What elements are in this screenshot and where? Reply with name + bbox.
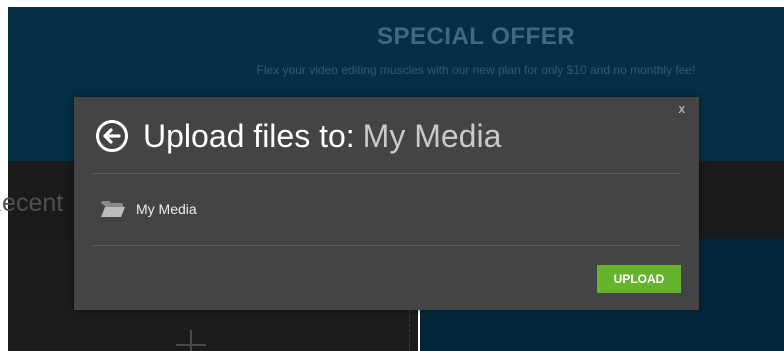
dialog-title-target: My Media — [362, 117, 502, 154]
offer-subtitle: Flex your video editing muscles with our… — [256, 63, 696, 77]
folder-item-my-media[interactable]: My Media — [100, 200, 197, 218]
dialog-header: Upload files to: My Media — [95, 116, 501, 156]
close-button[interactable]: x — [679, 101, 686, 116]
recent-section-title: Recent E — [0, 189, 70, 217]
circle-arrow-left-icon[interactable] — [95, 119, 129, 153]
folder-open-icon — [101, 201, 125, 217]
plus-icon[interactable] — [176, 330, 206, 351]
footer-divider — [92, 245, 681, 246]
upload-dialog: x Upload files to: My Media My Media UPL… — [74, 97, 699, 310]
header-divider — [92, 173, 681, 174]
upload-button[interactable]: UPLOAD — [597, 265, 681, 293]
offer-title: SPECIAL OFFER — [376, 23, 576, 50]
folder-label: My Media — [136, 201, 197, 217]
dialog-title: Upload files to: — [143, 117, 355, 154]
app-window: SPECIAL OFFER Flex your video editing mu… — [0, 0, 784, 351]
